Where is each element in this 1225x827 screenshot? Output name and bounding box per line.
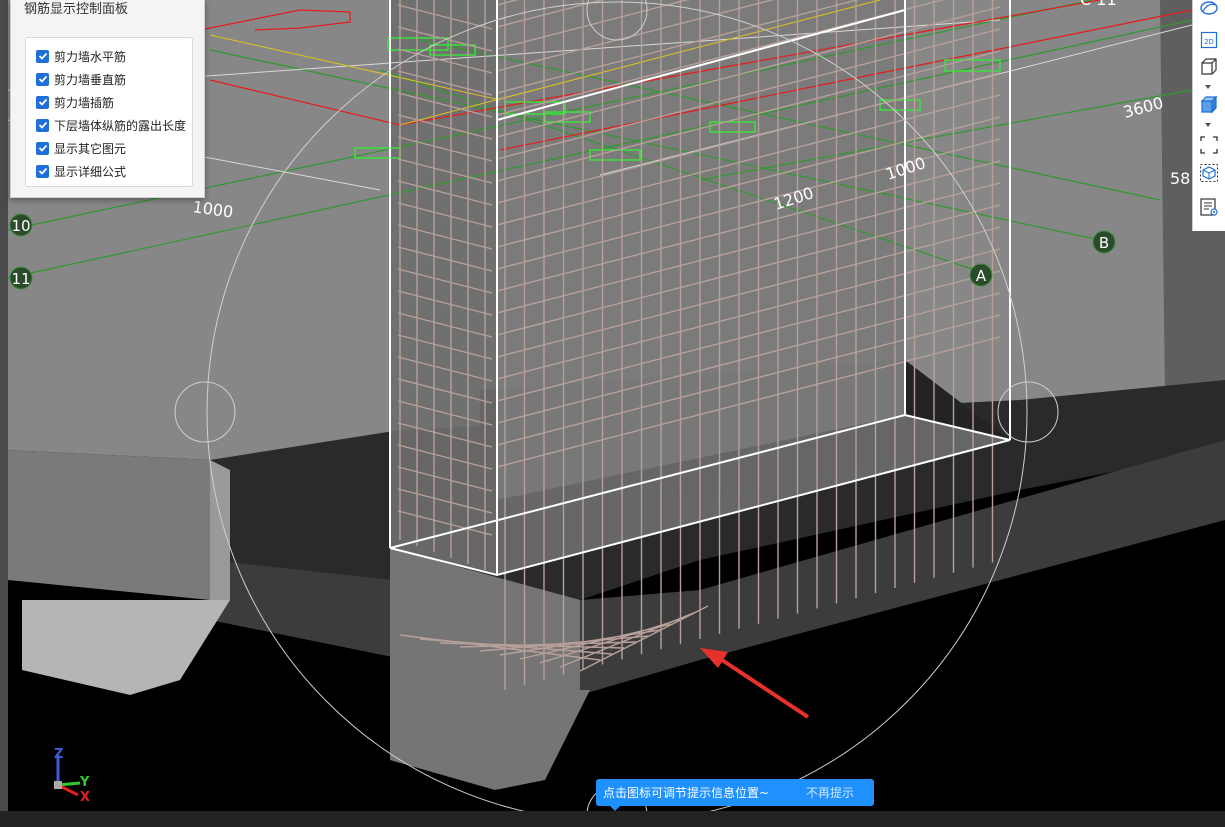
- dismiss-tip-link[interactable]: 不再提示: [806, 784, 854, 801]
- checkbox-checked-icon[interactable]: [36, 49, 49, 63]
- panel-title: 钢筋显示控制面板: [24, 2, 129, 17]
- chevron-down-icon[interactable]: [1205, 85, 1211, 89]
- option-label: 剪力墙水平筋: [54, 49, 127, 64]
- annotation-arrow: [700, 648, 810, 719]
- option-label: 显示详细公式: [54, 164, 127, 179]
- option-lower-wall-rebar-exposed-length[interactable]: 下层墙体纵筋的露出长度: [36, 116, 186, 134]
- tip-pointer-icon[interactable]: [610, 806, 620, 811]
- axis-x-label: X: [80, 790, 90, 805]
- option-label: 剪力墙插筋: [54, 95, 115, 110]
- option-label: 下层墙体纵筋的露出长度: [54, 118, 187, 133]
- tip-text: 点击图标可调节提示信息位置~: [603, 786, 770, 800]
- axis-label-11: 11: [11, 270, 30, 288]
- 2d-view-icon[interactable]: 2D: [1199, 30, 1219, 50]
- option-shear-wall-dowel-rebar[interactable]: 剪力墙插筋: [36, 93, 114, 111]
- bottom-status-strip: [0, 811, 1225, 827]
- option-label: 剪力墙垂直筋: [54, 72, 127, 87]
- axis-label-b: B: [1099, 234, 1109, 252]
- axis-triad: Z Y X: [54, 747, 90, 805]
- left-footing: [22, 600, 230, 695]
- checkbox-checked-icon[interactable]: [36, 141, 49, 155]
- option-shear-wall-vertical-rebar[interactable]: 剪力墙垂直筋: [36, 70, 126, 88]
- orbit-icon[interactable]: [1199, 0, 1219, 18]
- top-partial-label: C 11: [1080, 0, 1117, 9]
- checkbox-checked-icon[interactable]: [36, 72, 49, 86]
- dim-label: 58: [1170, 169, 1190, 188]
- chevron-down-icon[interactable]: [1205, 123, 1211, 127]
- checkbox-checked-icon[interactable]: [36, 164, 49, 178]
- checkbox-checked-icon[interactable]: [36, 118, 49, 132]
- rebar-display-control-panel: 钢筋显示控制面板 剪力墙水平筋 剪力墙垂直筋 剪力墙插筋 下层墙体纵筋的露出长度…: [10, 0, 205, 198]
- axis-label-10: 10: [11, 217, 30, 235]
- list-settings-icon[interactable]: [1199, 197, 1219, 217]
- checkbox-checked-icon[interactable]: [36, 95, 49, 109]
- axis-y-label: Y: [79, 775, 90, 790]
- isolate-icon[interactable]: [1199, 163, 1219, 183]
- fit-extent-icon[interactable]: [1199, 135, 1219, 155]
- option-label: 显示其它图元: [54, 141, 127, 156]
- 2d-view-label: 2D: [1204, 38, 1214, 46]
- option-show-detailed-formula[interactable]: 显示详细公式: [36, 162, 126, 180]
- view-toolbar: 2D: [1192, 0, 1225, 231]
- axis-label-a: A: [976, 267, 987, 285]
- option-shear-wall-horizontal-rebar[interactable]: 剪力墙水平筋: [36, 47, 126, 65]
- solid-view-icon[interactable]: [1199, 95, 1219, 115]
- tip-message-bar[interactable]: 点击图标可调节提示信息位置~ 不再提示: [596, 779, 874, 811]
- option-show-other-elements[interactable]: 显示其它图元: [36, 139, 126, 157]
- box-view-icon[interactable]: [1199, 57, 1219, 77]
- left-block-front: [8, 450, 210, 600]
- left-edge-strip: [0, 0, 8, 827]
- panel-options-box: 剪力墙水平筋 剪力墙垂直筋 剪力墙插筋 下层墙体纵筋的露出长度 显示其它图元 显…: [25, 37, 193, 187]
- axis-z-label: Z: [54, 747, 63, 762]
